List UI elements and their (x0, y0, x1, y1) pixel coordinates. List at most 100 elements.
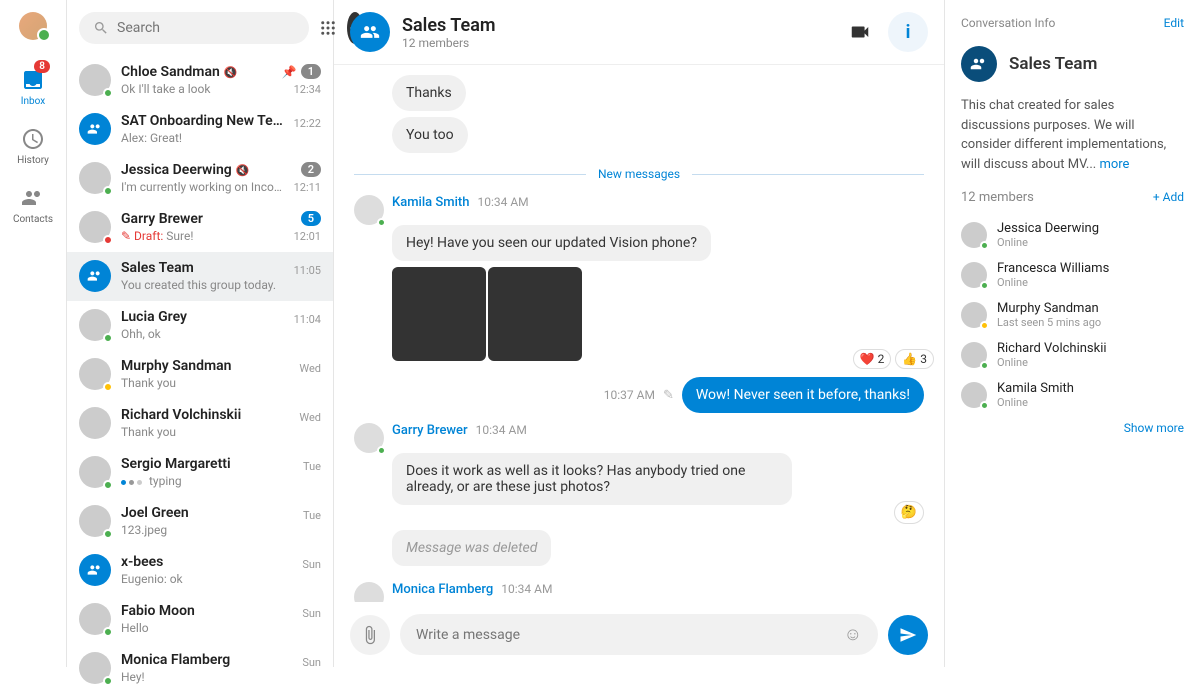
more-link[interactable]: more (1099, 157, 1129, 172)
chat-subtitle: 12 members (402, 36, 496, 50)
chat-avatar (350, 12, 390, 52)
unread-count: 5 (301, 211, 321, 226)
presence-dot (103, 480, 113, 490)
member-item[interactable]: Kamila SmithOnline (961, 375, 1184, 415)
conversation-preview: Eugenio: ok (121, 572, 296, 586)
conversation-item[interactable]: Murphy SandmanThank youWed (67, 350, 333, 399)
presence-dot (103, 333, 113, 343)
info-button[interactable]: i (888, 12, 928, 52)
message-bubble[interactable]: Wow! Never seen it before, thanks! (682, 377, 924, 413)
conversation-item[interactable]: Richard VolchinskiiThank youWed (67, 399, 333, 448)
member-name: Francesca Williams (997, 261, 1109, 276)
conversation-item[interactable]: SAT Onboarding New TeamAlex: Great!12:22 (67, 105, 333, 154)
muted-icon: 🔇 (224, 66, 238, 79)
member-item[interactable]: Murphy SandmanLast seen 5 mins ago (961, 295, 1184, 335)
conversation-preview: Thank you (121, 376, 293, 390)
search-box[interactable] (79, 12, 309, 44)
nav-history[interactable]: History (0, 117, 66, 176)
reaction[interactable]: 👍 3 (895, 349, 934, 369)
presence-dot (377, 218, 386, 227)
message-bubble[interactable]: Hey! Have you seen our updated Vision ph… (392, 225, 711, 261)
conversation-avatar (79, 554, 111, 586)
conversation-preview: Thank you (121, 425, 293, 439)
reaction[interactable]: ❤️ 2 (853, 349, 892, 369)
list-header (67, 0, 333, 56)
attachment-image[interactable] (488, 267, 582, 361)
sender-name[interactable]: Kamila Smith (392, 195, 469, 210)
paperclip-icon (360, 625, 380, 645)
conversation-time: Sun (302, 558, 321, 571)
conversation-avatar (79, 309, 111, 341)
member-item[interactable]: Jessica DeerwingOnline (961, 215, 1184, 255)
send-button[interactable] (888, 615, 928, 655)
conversation-time: 11:05 (294, 264, 321, 277)
nav-contacts[interactable]: Contacts (0, 176, 66, 235)
conversation-avatar (79, 64, 111, 96)
conversation-avatar (79, 113, 111, 145)
conversation-item[interactable]: Joel Green123.jpegTue (67, 497, 333, 546)
conversation-item[interactable]: Chloe Sandman🔇Ok I'll take a look📌112:34 (67, 56, 333, 105)
conversation-name: Chloe Sandman🔇 (121, 64, 238, 80)
conversation-time: 12:22 (294, 117, 321, 130)
message-bubble[interactable]: Does it work as well as it looks? Has an… (392, 453, 792, 505)
conversation-preview: ✎ Draft: Sure! (121, 229, 288, 243)
conversation-item[interactable]: Monica FlambergHey!Sun (67, 644, 333, 693)
old-message: You too (392, 117, 468, 153)
info-header-label: Conversation Info (961, 16, 1055, 30)
edit-link[interactable]: Edit (1164, 16, 1184, 30)
emoji-button[interactable]: ☺ (844, 624, 862, 645)
presence-dot (103, 382, 113, 392)
sender-avatar[interactable] (354, 582, 384, 602)
conversation-avatar (79, 162, 111, 194)
conversation-avatar (79, 505, 111, 537)
conversation-avatar (79, 211, 111, 243)
conversation-item[interactable]: Sergio Margaretti typingTue (67, 448, 333, 497)
member-item[interactable]: Francesca WilliamsOnline (961, 255, 1184, 295)
conversation-item[interactable]: Garry Brewer✎ Draft: Sure!512:01 (67, 203, 333, 252)
attachment-image[interactable] (392, 267, 486, 361)
member-status: Online (997, 236, 1099, 249)
reaction[interactable]: 🤔 (894, 501, 924, 524)
conversation-name: Richard Volchinskii (121, 407, 241, 423)
conversation-item[interactable]: Fabio MoonHelloSun (67, 595, 333, 644)
send-icon (899, 626, 917, 644)
conversation-item[interactable]: Lucia GreyOhh, ok11:04 (67, 301, 333, 350)
presence-dot (103, 627, 113, 637)
conversation-item[interactable]: Sales TeamYou created this group today.1… (67, 252, 333, 301)
nav-inbox[interactable]: 8 Inbox (0, 58, 66, 117)
member-name: Richard Volchinskii (997, 341, 1107, 356)
conversation-preview: 123.jpeg (121, 523, 297, 537)
nav-contacts-label: Contacts (13, 214, 53, 225)
presence-dot (980, 361, 989, 370)
add-member-link[interactable]: + Add (1153, 190, 1184, 205)
message-group: Garry Brewer10:34 AMDoes it work as well… (354, 423, 924, 566)
conversation-name: Sales Team (121, 260, 194, 276)
compose-input-wrapper[interactable]: ☺ (400, 614, 878, 655)
sender-name[interactable]: Garry Brewer (392, 423, 468, 438)
member-avatar (961, 342, 987, 368)
info-icon: i (906, 22, 911, 43)
member-item[interactable]: Richard VolchinskiiOnline (961, 335, 1184, 375)
sender-avatar[interactable] (354, 423, 384, 453)
sender-avatar[interactable] (354, 195, 384, 225)
chat-header: Sales Team 12 members i (334, 0, 944, 65)
message-time: 10:34 AM (477, 195, 528, 209)
conversation-item[interactable]: Jessica Deerwing🔇I'm currently working o… (67, 154, 333, 203)
attach-button[interactable] (350, 615, 390, 655)
conversation-item[interactable]: x-beesEugenio: okSun (67, 546, 333, 595)
video-call-button[interactable] (840, 12, 880, 52)
search-input[interactable] (117, 20, 295, 36)
member-status: Online (997, 396, 1074, 409)
edit-icon[interactable]: ✎ (663, 388, 674, 403)
message-input[interactable] (416, 627, 844, 643)
sender-name[interactable]: Monica Flamberg (392, 582, 493, 597)
conversation-name: Jessica Deerwing🔇 (121, 162, 249, 178)
conversation-preview: Ohh, ok (121, 327, 288, 341)
user-avatar[interactable] (19, 12, 47, 40)
show-more-link[interactable]: Show more (961, 421, 1184, 435)
conversation-name: Monica Flamberg (121, 652, 230, 668)
conversation-time: Sun (302, 607, 321, 620)
conversation-avatar (79, 652, 111, 684)
video-icon (849, 21, 871, 43)
group-icon (360, 22, 380, 42)
